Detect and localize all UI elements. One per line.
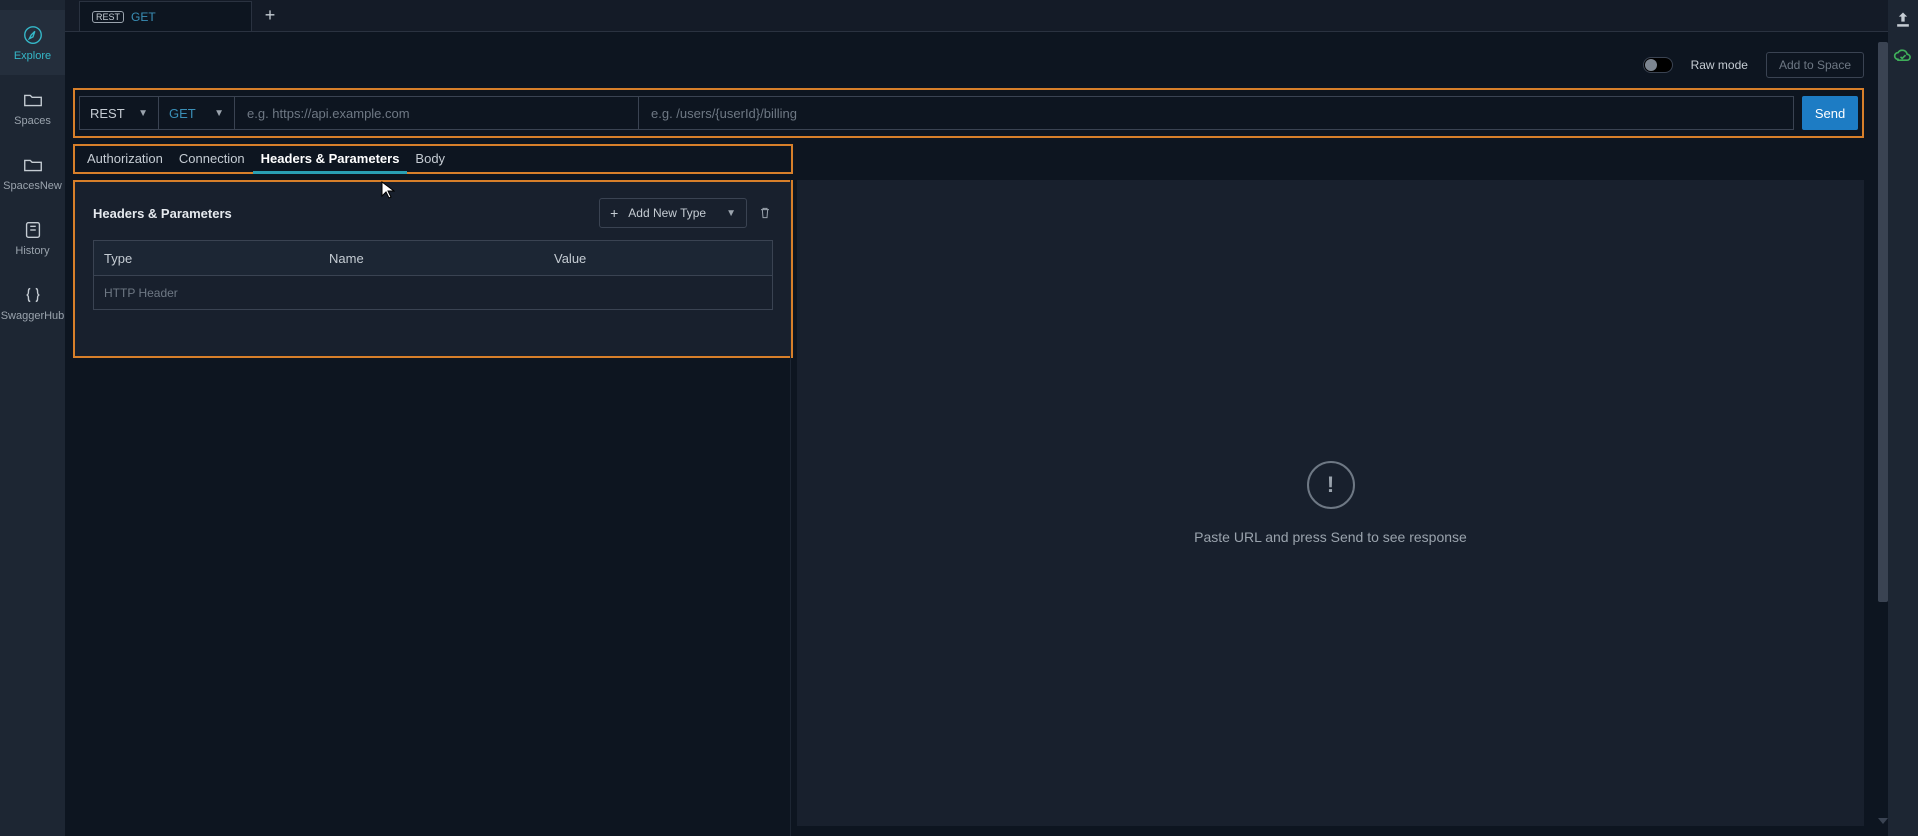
col-value: Value [544, 241, 772, 275]
header-controls: Raw mode Add to Space [1643, 50, 1864, 80]
base-url-input[interactable] [235, 96, 639, 130]
protocol-dropdown[interactable]: REST ▼ [79, 96, 159, 130]
scrollbar-thumb[interactable] [1878, 42, 1888, 602]
raw-mode-label: Raw mode [1691, 58, 1748, 72]
tab-connection[interactable]: Connection [171, 145, 253, 172]
main-area: Raw mode Add to Space REST ▼ GET ▼ Send … [65, 32, 1888, 836]
method-dropdown[interactable]: GET ▼ [159, 96, 235, 130]
tab-request[interactable]: REST GET [79, 1, 252, 31]
add-new-type-button[interactable]: + Add New Type ▼ [599, 198, 747, 228]
upload-icon[interactable] [1893, 10, 1913, 30]
sidebar-item-label: Spaces [14, 115, 51, 127]
folder-icon [22, 154, 44, 176]
tab-protocol-badge: REST [92, 11, 124, 23]
tab-method-label: GET [131, 10, 156, 24]
brackets-icon [22, 284, 44, 306]
tab-bar: REST GET + [65, 0, 1918, 32]
sidebar: Explore Spaces SpacesNew History Swagger… [0, 0, 65, 836]
scrollbar[interactable] [1878, 42, 1888, 826]
panel-title: Headers & Parameters [93, 206, 232, 221]
table-header: Type Name Value [94, 241, 772, 275]
sidebar-item-swaggerhub[interactable]: SwaggerHub [0, 270, 65, 335]
trash-icon[interactable] [757, 205, 773, 221]
sidebar-item-explore[interactable]: Explore [0, 10, 65, 75]
chevron-down-icon: ▼ [726, 208, 736, 219]
headers-parameters-panel: Headers & Parameters + Add New Type ▼ Ty… [73, 180, 793, 358]
col-type: Type [94, 241, 319, 275]
response-empty-message: Paste URL and press Send to see response [1194, 529, 1467, 545]
table-row[interactable]: HTTP Header [94, 275, 772, 309]
sidebar-item-label: History [15, 245, 49, 257]
raw-mode-toggle[interactable] [1643, 57, 1673, 73]
history-icon [22, 219, 44, 241]
right-rail [1888, 0, 1918, 836]
cell-value[interactable] [544, 276, 772, 309]
tab-headers-parameters[interactable]: Headers & Parameters [253, 145, 408, 172]
chevron-down-icon: ▼ [214, 108, 224, 119]
pane-divider[interactable] [790, 180, 791, 836]
cell-type-placeholder[interactable]: HTTP Header [94, 276, 319, 309]
protocol-value: REST [90, 106, 125, 121]
folder-icon [22, 89, 44, 111]
tab-authorization[interactable]: Authorization [79, 145, 171, 172]
sidebar-item-spaces[interactable]: Spaces [0, 75, 65, 140]
plus-icon: + [610, 205, 618, 221]
headers-table: Type Name Value HTTP Header [93, 240, 773, 310]
method-value: GET [169, 106, 196, 121]
response-area: ! Paste URL and press Send to see respon… [797, 180, 1864, 826]
cloud-sync-icon[interactable] [1893, 46, 1913, 66]
add-new-type-label: Add New Type [628, 206, 706, 220]
new-tab-button[interactable]: + [252, 0, 288, 31]
add-to-space-button[interactable]: Add to Space [1766, 52, 1864, 78]
tab-body[interactable]: Body [407, 145, 453, 172]
sidebar-item-label: Explore [14, 50, 51, 62]
config-tabs: Authorization Connection Headers & Param… [73, 144, 793, 174]
compass-icon [22, 24, 44, 46]
sidebar-item-spacesnew[interactable]: SpacesNew [0, 140, 65, 205]
cell-name[interactable] [319, 276, 544, 309]
sidebar-item-history[interactable]: History [0, 205, 65, 270]
col-name: Name [319, 241, 544, 275]
sidebar-item-label: SwaggerHub [1, 310, 65, 322]
send-button[interactable]: Send [1802, 96, 1858, 130]
path-input[interactable] [639, 96, 1794, 130]
chevron-down-icon: ▼ [138, 108, 148, 119]
request-row: REST ▼ GET ▼ Send [73, 88, 1864, 138]
sidebar-item-label: SpacesNew [3, 180, 62, 192]
alert-icon: ! [1307, 461, 1355, 509]
